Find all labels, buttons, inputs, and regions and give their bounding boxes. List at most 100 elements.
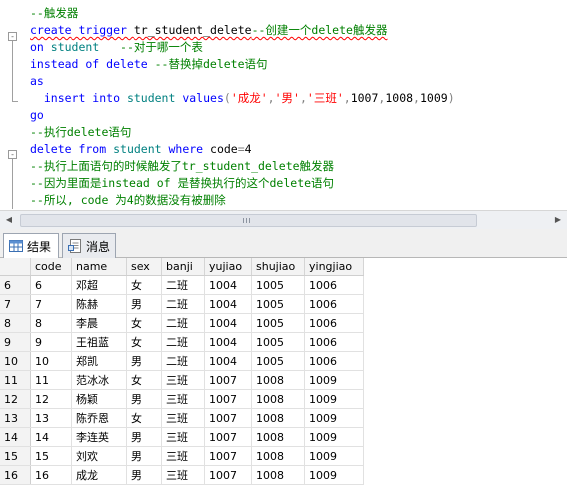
- grid-cell[interactable]: 三班: [161, 408, 205, 428]
- grid-cell[interactable]: 女: [126, 370, 162, 390]
- column-header-name[interactable]: name: [71, 258, 127, 276]
- grid-cell[interactable]: 11: [30, 370, 72, 390]
- grid-cell[interactable]: 1009: [304, 446, 364, 466]
- column-header-yingjiao[interactable]: yingjiao: [304, 258, 364, 276]
- grid-cell[interactable]: 三班: [161, 427, 205, 447]
- column-header-sex[interactable]: sex: [126, 258, 162, 276]
- column-header-shujiao[interactable]: shujiao: [251, 258, 305, 276]
- row-number[interactable]: 7: [0, 294, 31, 314]
- grid-cell[interactable]: 9: [30, 332, 72, 352]
- table-row[interactable]: 16 16 成龙男三班 1007 1008 1009: [0, 465, 364, 485]
- grid-corner[interactable]: [0, 258, 31, 276]
- grid-cell[interactable]: 杨颖: [71, 389, 127, 409]
- code-line[interactable]: --触发器: [30, 5, 78, 22]
- grid-cell[interactable]: 1004: [204, 294, 252, 314]
- table-row[interactable]: 10 10 郑凯男二班 1004 1005 1006: [0, 351, 364, 371]
- code-line[interactable]: go: [30, 107, 44, 124]
- grid-cell[interactable]: 陈乔恩: [71, 408, 127, 428]
- grid-cell[interactable]: 1007: [204, 427, 252, 447]
- column-header-yujiao[interactable]: yujiao: [204, 258, 252, 276]
- grid-cell[interactable]: 1009: [304, 465, 364, 485]
- grid-cell[interactable]: 1007: [204, 370, 252, 390]
- grid-cell[interactable]: 三班: [161, 446, 205, 466]
- row-number[interactable]: 12: [0, 389, 31, 409]
- grid-cell[interactable]: 李晨: [71, 313, 127, 333]
- grid-cell[interactable]: 1006: [304, 351, 364, 371]
- grid-cell[interactable]: 1008: [251, 446, 305, 466]
- table-row[interactable]: 12 12 杨颖男三班 1007 1008 1009: [0, 389, 364, 409]
- grid-cell[interactable]: 邓超: [71, 275, 127, 295]
- code-line[interactable]: --所以, code 为4的数据没有被删除: [30, 192, 226, 209]
- table-row[interactable]: 11 11 范冰冰女三班 1007 1008 1009: [0, 370, 364, 390]
- grid-cell[interactable]: 郑凯: [71, 351, 127, 371]
- code-line[interactable]: --执行delete语句: [30, 124, 131, 141]
- grid-cell[interactable]: 二班: [161, 332, 205, 352]
- grid-cell[interactable]: 男: [126, 389, 162, 409]
- code-line[interactable]: as: [30, 73, 44, 90]
- grid-cell[interactable]: 1008: [251, 465, 305, 485]
- grid-cell[interactable]: 1005: [251, 275, 305, 295]
- table-row[interactable]: 7 7 陈赫男二班 1004 1005 1006: [0, 294, 364, 314]
- grid-cell[interactable]: 1004: [204, 313, 252, 333]
- grid-cell[interactable]: 1006: [304, 275, 364, 295]
- table-row[interactable]: 13 13 陈乔恩女三班 1007 1008 1009: [0, 408, 364, 428]
- grid-cell[interactable]: 1006: [304, 332, 364, 352]
- grid-cell[interactable]: 1004: [204, 351, 252, 371]
- grid-cell[interactable]: 1004: [204, 332, 252, 352]
- tab-messages[interactable]: 消息: [62, 233, 116, 258]
- tab-results[interactable]: 结果: [3, 233, 59, 258]
- column-header-code[interactable]: code: [30, 258, 72, 276]
- row-number[interactable]: 10: [0, 351, 31, 371]
- grid-cell[interactable]: 三班: [161, 370, 205, 390]
- grid-cell[interactable]: 男: [126, 427, 162, 447]
- fold-toggle-icon[interactable]: -: [8, 150, 17, 159]
- grid-cell[interactable]: 1007: [204, 408, 252, 428]
- grid-cell[interactable]: 1008: [251, 389, 305, 409]
- grid-cell[interactable]: 二班: [161, 275, 205, 295]
- grid-cell[interactable]: 1006: [304, 313, 364, 333]
- grid-cell[interactable]: 男: [126, 294, 162, 314]
- grid-cell[interactable]: 男: [126, 465, 162, 485]
- grid-cell[interactable]: 13: [30, 408, 72, 428]
- grid-cell[interactable]: 10: [30, 351, 72, 371]
- grid-cell[interactable]: 14: [30, 427, 72, 447]
- grid-cell[interactable]: 女: [126, 275, 162, 295]
- grid-cell[interactable]: 李连英: [71, 427, 127, 447]
- grid-cell[interactable]: 16: [30, 465, 72, 485]
- grid-cell[interactable]: 1009: [304, 389, 364, 409]
- grid-cell[interactable]: 1008: [251, 408, 305, 428]
- grid-cell[interactable]: 二班: [161, 294, 205, 314]
- grid-cell[interactable]: 1007: [204, 465, 252, 485]
- table-row[interactable]: 8 8 李晨女二班 1004 1005 1006: [0, 313, 364, 333]
- row-number[interactable]: 6: [0, 275, 31, 295]
- sql-editor[interactable]: - - --触发器 create trigger tr_student_delet…: [0, 0, 567, 210]
- row-number[interactable]: 16: [0, 465, 31, 485]
- grid-cell[interactable]: 1007: [204, 446, 252, 466]
- code-line[interactable]: --因为里面是instead of 是替换执行的这个delete语句: [30, 175, 334, 192]
- grid-cell[interactable]: 1005: [251, 313, 305, 333]
- grid-cell[interactable]: 1009: [304, 370, 364, 390]
- grid-cell[interactable]: 6: [30, 275, 72, 295]
- grid-cell[interactable]: 范冰冰: [71, 370, 127, 390]
- grid-cell[interactable]: 1004: [204, 275, 252, 295]
- row-number[interactable]: 8: [0, 313, 31, 333]
- grid-cell[interactable]: 1005: [251, 294, 305, 314]
- row-number[interactable]: 11: [0, 370, 31, 390]
- grid-cell[interactable]: 女: [126, 408, 162, 428]
- code-line[interactable]: on student --对于哪一个表: [30, 39, 203, 56]
- grid-cell[interactable]: 陈赫: [71, 294, 127, 314]
- code-line[interactable]: create trigger tr_student_delete--创建一个de…: [30, 22, 387, 39]
- table-row[interactable]: 15 15 刘欢男三班 1007 1008 1009: [0, 446, 364, 466]
- scroll-left-arrow-icon[interactable]: ◀: [4, 214, 14, 225]
- code-line[interactable]: insert into student values('成龙','男','三班'…: [30, 90, 455, 107]
- editor-horizontal-scrollbar[interactable]: ◀ ▶: [0, 210, 567, 229]
- table-row[interactable]: 6 6 邓超女二班 1004 1005 1006: [0, 275, 364, 295]
- table-row[interactable]: 9 9 王祖蓝女二班 1004 1005 1006: [0, 332, 364, 352]
- grid-cell[interactable]: 1007: [204, 389, 252, 409]
- grid-cell[interactable]: 王祖蓝: [71, 332, 127, 352]
- table-row[interactable]: 14 14 李连英男三班 1007 1008 1009: [0, 427, 364, 447]
- scrollbar-thumb[interactable]: [20, 214, 477, 227]
- grid-cell[interactable]: 二班: [161, 313, 205, 333]
- grid-cell[interactable]: 1008: [251, 427, 305, 447]
- grid-cell[interactable]: 1006: [304, 294, 364, 314]
